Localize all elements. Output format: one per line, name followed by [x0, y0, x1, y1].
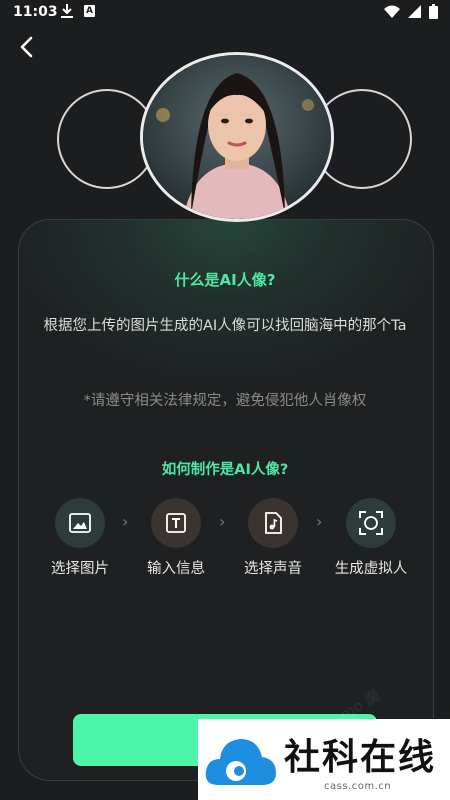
audio-file-icon: [265, 512, 282, 534]
step-icon-circle: [55, 498, 105, 548]
step-label: 选择声音: [244, 561, 302, 577]
cloud-logo-icon: [205, 739, 276, 785]
step-label: 选择图片: [51, 561, 109, 577]
watermark-badge: 社科在线 cass.com.cn: [198, 719, 450, 800]
watermark-site: cass.com.cn: [324, 781, 392, 792]
battery-icon: [429, 4, 438, 19]
step-icon-circle: [346, 498, 396, 548]
status-bar: 11:03 A: [0, 0, 450, 26]
step-arrow-icon: ›: [316, 512, 323, 531]
notification-a-icon: A: [84, 5, 95, 17]
step-select-image: 选择图片: [32, 498, 128, 578]
portrait-image: [143, 55, 331, 219]
how-to-title: 如何制作是AI人像?: [161, 462, 289, 478]
step-select-voice: 选择声音: [225, 498, 321, 578]
status-indicators: [384, 4, 438, 19]
step-label: 输入信息: [147, 561, 205, 577]
download-icon: [61, 4, 73, 18]
sample-portrait-avatar: [140, 52, 334, 222]
face-scan-icon: [359, 511, 383, 535]
status-time: 11:03: [13, 4, 58, 20]
watermark-title: 社科在线: [284, 736, 437, 778]
back-button[interactable]: [14, 34, 42, 62]
text-icon: [166, 513, 186, 533]
wifi-icon: [384, 5, 400, 18]
step-icon-circle: [151, 498, 201, 548]
step-generate-avatar: 生成虚拟人: [323, 498, 419, 578]
image-icon: [69, 513, 91, 533]
what-is-title: 什么是AI人像?: [174, 271, 276, 289]
step-label: 生成虚拟人: [334, 561, 408, 577]
signal-icon: [408, 5, 421, 18]
back-arrow-icon: [20, 36, 33, 58]
intro-description: 根据您上传的图片生成的AI人像可以找回脑海中的那个Ta: [43, 318, 407, 334]
step-input-info: 输入信息: [128, 498, 224, 578]
step-icon-circle: [248, 498, 298, 548]
legal-notice: *请遵守相关法律规定，避免侵犯他人肖像权: [83, 393, 367, 409]
